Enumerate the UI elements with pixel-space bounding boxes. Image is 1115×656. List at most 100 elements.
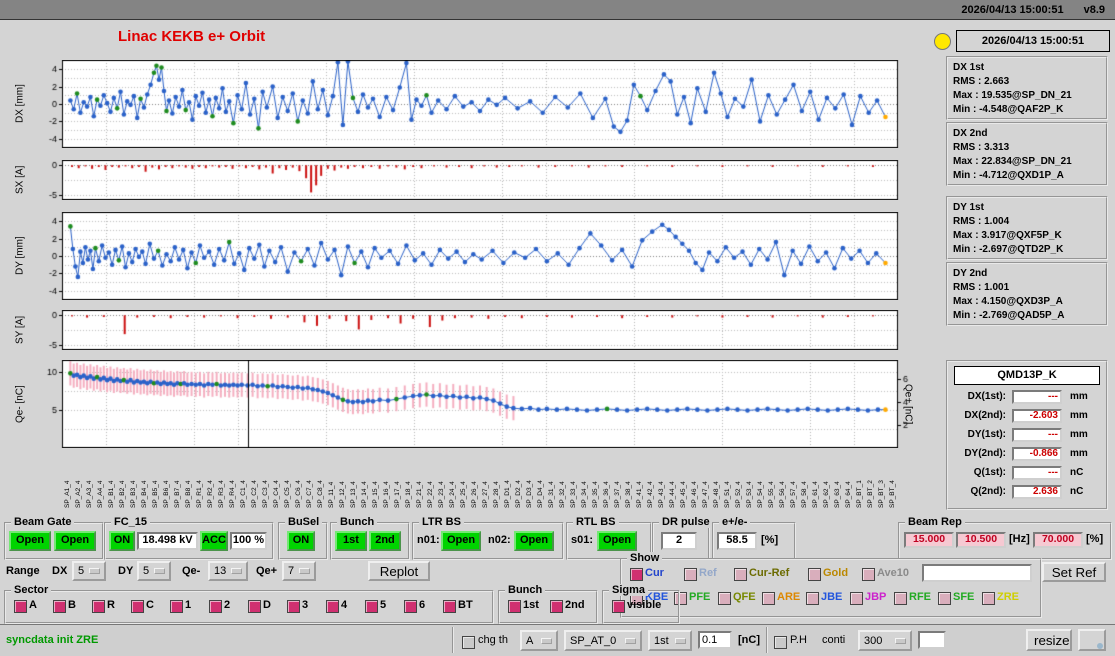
show-qfe-label[interactable]: QFE <box>733 591 756 603</box>
show-cur-ref-label[interactable]: Cur-Ref <box>749 567 789 579</box>
sx-axis-label: SX [A] <box>14 165 26 195</box>
sector-a-label[interactable]: A <box>29 599 37 611</box>
bunch-2nd-button[interactable]: 2nd <box>369 531 401 551</box>
range-qe-plus-value: 7 <box>288 565 295 577</box>
replot-button[interactable]: Replot <box>368 561 430 581</box>
show-jbp-checkbox[interactable] <box>850 592 863 605</box>
bunch-1st-checkbox[interactable] <box>508 600 521 613</box>
bunch-1st-button[interactable]: 1st <box>335 531 367 551</box>
show-rfe-label[interactable]: RFE <box>909 591 931 603</box>
fc15-acc-button[interactable]: ACC <box>200 531 228 551</box>
set-ref-button[interactable]: Set Ref <box>1042 562 1106 582</box>
show-cur-label[interactable]: Cur <box>645 567 664 579</box>
ltr-n01-open-button[interactable]: Open <box>441 531 481 551</box>
sx-steering-plot[interactable] <box>34 160 934 200</box>
stats-title: DY 1st <box>953 202 984 213</box>
sector-3-label[interactable]: 3 <box>302 599 308 611</box>
dx-orbit-plot[interactable] <box>34 60 934 148</box>
sector-2-label[interactable]: 2 <box>224 599 230 611</box>
sector-4-label[interactable]: 4 <box>341 599 347 611</box>
sector-6-checkbox[interactable] <box>404 600 417 613</box>
show-gold-label[interactable]: Gold <box>823 567 848 579</box>
conti-button[interactable]: conti <box>822 634 845 646</box>
sector-d-checkbox[interactable] <box>248 600 261 613</box>
ph-label[interactable]: P.H <box>790 634 807 646</box>
sector-1-label[interactable]: 1 <box>185 599 191 611</box>
sector-r-label[interactable]: R <box>107 599 115 611</box>
beam-gate-open-1-button[interactable]: Open <box>9 531 51 551</box>
show-ref-checkbox[interactable] <box>684 568 697 581</box>
sector-1-checkbox[interactable] <box>170 600 183 613</box>
bunch-select-title: Bunch <box>337 516 378 528</box>
sector-bt-checkbox[interactable] <box>443 600 456 613</box>
show-jbp-label[interactable]: JBP <box>865 591 886 603</box>
sigma-visible-label[interactable]: visible <box>627 599 661 611</box>
charge-plot[interactable] <box>34 360 934 448</box>
show-ave10-label[interactable]: Ave10 <box>877 567 909 579</box>
sector-5-checkbox[interactable] <box>365 600 378 613</box>
count-input[interactable] <box>918 631 946 649</box>
bunch-select-dropdown[interactable]: 1st <box>648 630 692 651</box>
show-sfe-checkbox[interactable] <box>938 592 951 605</box>
show-pfe-label[interactable]: PFE <box>689 591 710 603</box>
snapshot-button[interactable] <box>1078 629 1106 651</box>
sigma-visible-checkbox[interactable] <box>612 600 625 613</box>
sector-c-checkbox[interactable] <box>131 600 144 613</box>
selected-bpm-name[interactable]: QMD13P_K <box>954 366 1100 385</box>
sector-3-checkbox[interactable] <box>287 600 300 613</box>
show-jbe-checkbox[interactable] <box>806 592 819 605</box>
sector-d-label[interactable]: D <box>263 599 271 611</box>
fc15-on-button[interactable]: ON <box>109 531 135 551</box>
rtl-s01-open-button[interactable]: Open <box>597 531 637 551</box>
ltr-n02-open-button[interactable]: Open <box>514 531 554 551</box>
bunch-2nd-checkbox[interactable] <box>550 600 563 613</box>
bpm-select[interactable]: SP_AT_0 <box>564 630 642 651</box>
interval-select[interactable]: 300 <box>858 630 912 651</box>
show-ref-label[interactable]: Ref <box>699 567 717 579</box>
rtl-bs-title: RTL BS <box>573 516 619 528</box>
sector-a-checkbox[interactable] <box>14 600 27 613</box>
range-qe-minus-select[interactable]: 13 <box>208 561 248 581</box>
show-qfe-checkbox[interactable] <box>718 592 731 605</box>
show-zre-checkbox[interactable] <box>982 592 995 605</box>
show-sfe-label[interactable]: SFE <box>953 591 974 603</box>
ref-name-input[interactable] <box>922 564 1032 582</box>
bpm-row-label: DX(2nd): <box>964 410 1006 421</box>
show-gold-checkbox[interactable] <box>808 568 821 581</box>
sector-b-label[interactable]: B <box>68 599 76 611</box>
sector-2-checkbox[interactable] <box>209 600 222 613</box>
chg-th-label[interactable]: chg th <box>478 634 508 646</box>
beam-gate-open-2-button[interactable]: Open <box>54 531 96 551</box>
beam-rep-hz-unit: [Hz] <box>1009 533 1030 545</box>
sector-r-checkbox[interactable] <box>92 600 105 613</box>
sector-select[interactable]: A <box>520 630 558 651</box>
sy-steering-plot[interactable] <box>34 310 934 350</box>
option-menu-dash-icon <box>895 637 906 644</box>
resize-button[interactable]: resize <box>1026 629 1072 651</box>
sector-b-checkbox[interactable] <box>53 600 66 613</box>
busel-on-button[interactable]: ON <box>287 531 315 551</box>
dy-orbit-plot[interactable] <box>34 212 934 300</box>
threshold-input[interactable] <box>698 631 732 649</box>
ph-checkbox[interactable] <box>774 636 787 649</box>
range-dx-select[interactable]: 5 <box>72 561 106 581</box>
show-cur-checkbox[interactable] <box>630 568 643 581</box>
range-qe-plus-select[interactable]: 7 <box>282 561 316 581</box>
range-dy-select[interactable]: 5 <box>137 561 171 581</box>
bpm-tick-label: SP_48_4 <box>713 481 720 508</box>
sector-6-label[interactable]: 6 <box>419 599 425 611</box>
show-are-label[interactable]: ARE <box>777 591 800 603</box>
bunch-1st-label[interactable]: 1st <box>523 599 539 611</box>
bunch-2nd-label[interactable]: 2nd <box>565 599 585 611</box>
sector-bt-label[interactable]: BT <box>458 599 473 611</box>
sector-group: Sector A B R C 1 2 D 3 4 5 6 BT <box>4 584 494 624</box>
show-are-checkbox[interactable] <box>762 592 775 605</box>
sector-5-label[interactable]: 5 <box>380 599 386 611</box>
sector-4-checkbox[interactable] <box>326 600 339 613</box>
sector-c-label[interactable]: C <box>146 599 154 611</box>
show-ave10-checkbox[interactable] <box>862 568 875 581</box>
show-rfe-checkbox[interactable] <box>894 592 907 605</box>
chg-th-checkbox[interactable] <box>462 636 475 649</box>
show-zre-label[interactable]: ZRE <box>997 591 1019 603</box>
show-cur-ref-checkbox[interactable] <box>734 568 747 581</box>
